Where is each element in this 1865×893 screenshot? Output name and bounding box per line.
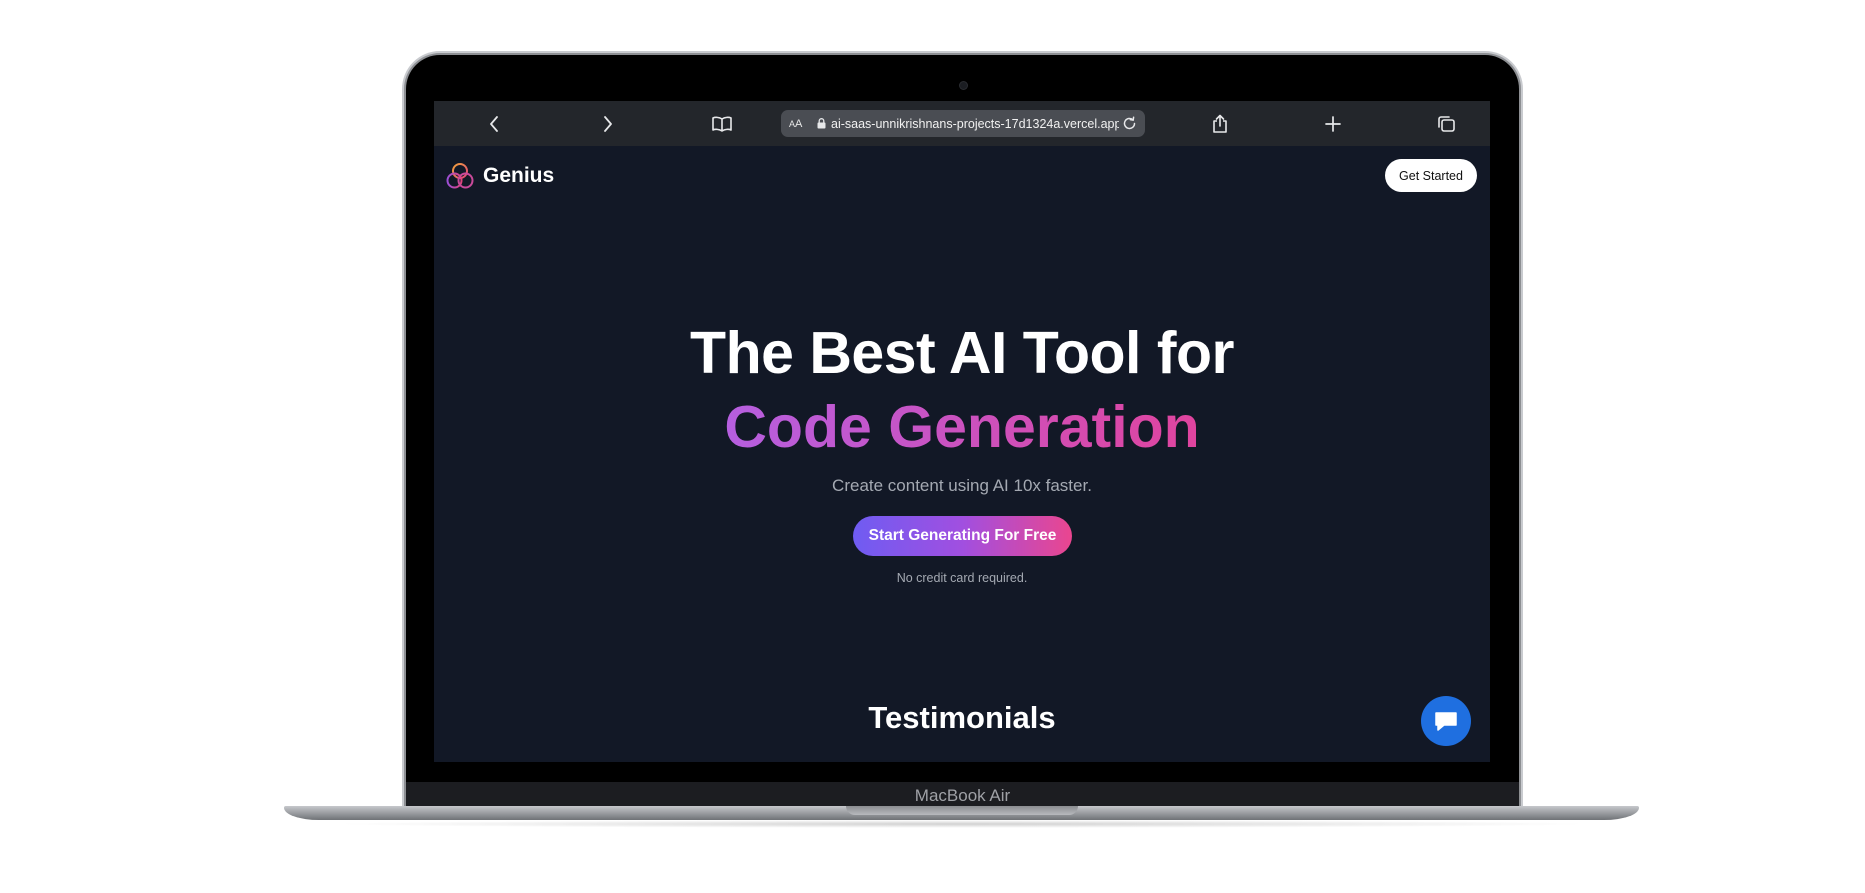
address-bar[interactable]: AA ai-saas-unnikrishnans-projects-17d132… [781, 110, 1145, 137]
plus-icon [1325, 115, 1341, 132]
bookmarks-button[interactable] [702, 101, 742, 146]
get-started-button[interactable]: Get Started [1385, 159, 1477, 192]
start-generating-button[interactable]: Start Generating For Free [853, 516, 1072, 556]
new-tab-button[interactable] [1313, 101, 1353, 146]
screen: AA ai-saas-unnikrishnans-projects-17d132… [434, 101, 1490, 762]
site-navbar: Genius Get Started [434, 146, 1490, 206]
typewriter-text: Code Generation [724, 394, 1200, 460]
browser-toolbar: AA ai-saas-unnikrishnans-projects-17d132… [434, 101, 1490, 146]
laptop-notch [846, 806, 1078, 815]
forward-button[interactable] [588, 101, 628, 146]
share-icon [1213, 114, 1227, 133]
chat-bubble-icon [1435, 712, 1457, 731]
reload-button[interactable] [1119, 116, 1137, 131]
tabs-button[interactable] [1426, 101, 1466, 146]
no-credit-card-note: No credit card required. [896, 571, 1028, 585]
hero-subtitle: Create content using AI 10x faster. [832, 476, 1092, 495]
camera-dot [960, 82, 967, 89]
brand-name: Genius [483, 164, 555, 187]
genius-logo-icon [446, 163, 474, 189]
back-button[interactable] [474, 101, 514, 146]
testimonials-heading: Testimonials [868, 700, 1056, 735]
hero-title: The Best AI Tool for [690, 320, 1234, 386]
chat-widget-button[interactable] [1421, 696, 1471, 746]
share-button[interactable] [1200, 101, 1240, 146]
brand-logo-link[interactable]: Genius [446, 162, 554, 190]
laptop-shadow [330, 820, 1595, 828]
chevron-left-icon [490, 115, 498, 132]
url-text: ai-saas-unnikrishnans-projects-17d1324a.… [831, 116, 1119, 131]
book-icon [712, 116, 732, 132]
text-size-button[interactable]: AA [789, 118, 809, 130]
lock-icon [817, 118, 826, 129]
chevron-right-icon [604, 115, 612, 132]
hero-title-highlight: Code Generation [434, 393, 1490, 461]
tabs-icon [1438, 115, 1455, 132]
reload-icon [1123, 116, 1136, 130]
